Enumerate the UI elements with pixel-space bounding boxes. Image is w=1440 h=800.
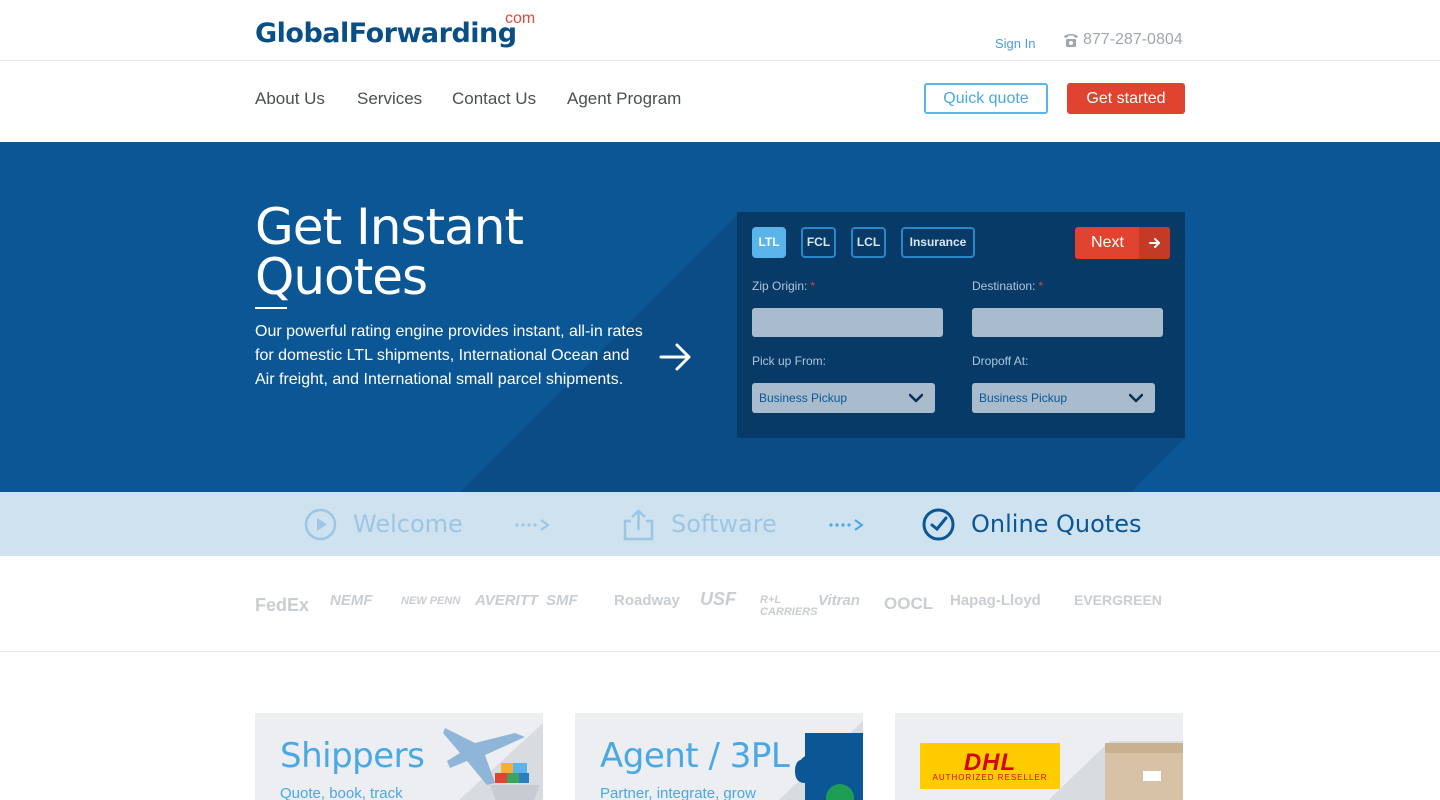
tab-fcl[interactable]: FCL — [801, 227, 836, 258]
dropoff-select-value: Business Pickup — [979, 391, 1068, 405]
carrier-logo: AVERITT — [475, 592, 539, 609]
step-welcome-label: Welcome — [353, 510, 463, 538]
card-shippers[interactable]: Shippers Quote, book, track — [255, 713, 543, 800]
card-agent-title: Agent / 3PL — [600, 736, 790, 776]
step-software[interactable]: Software — [622, 492, 777, 556]
carrier-logo: Hapag-Lloyd — [950, 592, 1041, 609]
dropoff-label: Dropoff At: — [972, 354, 1029, 368]
logo-suffix: com — [505, 10, 536, 27]
step-online-quotes[interactable]: Online Quotes — [922, 492, 1142, 556]
hero-title: Get Instant Quotes — [255, 202, 635, 302]
carrier-logos: FedEx NEMF NEW PENN AVERITT SMF Roadway … — [0, 556, 1440, 652]
dhl-badge-subtitle: AUTHORIZED RESELLER — [932, 773, 1048, 782]
pickup-label: Pick up From: — [752, 354, 827, 368]
get-started-button[interactable]: Get started — [1067, 83, 1185, 114]
step-welcome[interactable]: Welcome — [304, 492, 463, 556]
chevron-down-icon — [909, 393, 923, 403]
carrier-logo: EVERGREEN — [1074, 592, 1162, 608]
card-dhl[interactable]: DHL AUTHORIZED RESELLER — [895, 713, 1183, 800]
steps-bar: Welcome Software Online Quotes — [0, 492, 1440, 556]
hero-section: Get Instant Quotes Our powerful rating e… — [0, 142, 1440, 492]
arrow-right-icon — [659, 343, 691, 371]
next-button[interactable]: Next — [1075, 227, 1170, 259]
chevron-down-icon — [1129, 393, 1143, 403]
carrier-logo: USF — [700, 589, 736, 609]
pickup-select[interactable]: Business Pickup — [752, 383, 935, 413]
required-mark: * — [810, 279, 816, 293]
hero-background-shape — [460, 212, 1185, 492]
logo-text: GlobalForwarding — [255, 18, 517, 49]
zip-origin-label-text: Zip Origin: — [752, 279, 808, 293]
quick-quote-button[interactable]: Quick quote — [924, 83, 1048, 114]
step-software-label: Software — [671, 510, 777, 538]
carrier-logo: R+L CARRIERS — [760, 594, 818, 618]
logo[interactable]: GlobalForwarding com — [255, 10, 550, 56]
tab-ltl[interactable]: LTL — [752, 227, 786, 258]
phone-text: 877-287-0804 — [1083, 31, 1183, 48]
card-shippers-subtitle: Quote, book, track — [280, 785, 403, 800]
tab-lcl[interactable]: LCL — [851, 227, 886, 258]
hero-title-line2: Quotes — [255, 248, 428, 306]
tab-insurance[interactable]: Insurance — [901, 227, 975, 258]
zip-origin-input[interactable] — [752, 308, 943, 337]
page: GlobalForwarding com Sign In 877-287-080… — [0, 0, 1440, 800]
carrier-logo: Roadway — [614, 592, 680, 609]
dropoff-select[interactable]: Business Pickup — [972, 383, 1155, 413]
phone-icon — [1064, 34, 1078, 47]
hero-title-underline — [255, 307, 287, 309]
card-shippers-title: Shippers — [280, 736, 425, 776]
play-icon — [304, 508, 337, 540]
destination-label: Destination: * — [972, 279, 1043, 293]
main-nav: About Us Services Contact Us Agent Progr… — [0, 62, 1440, 142]
nav-about-us[interactable]: About Us — [255, 89, 325, 109]
carrier-logo: FedEx — [255, 595, 310, 615]
dotted-arrow-icon — [829, 519, 864, 531]
nav-contact-us[interactable]: Contact Us — [452, 89, 536, 109]
carrier-logo: Vitran — [818, 592, 860, 609]
quote-form-panel: LTL FCL LCL Insurance Next Zip Origin: * … — [737, 212, 1185, 438]
carrier-logo: OOCL — [884, 594, 934, 613]
plane-ship-illustration — [443, 723, 543, 800]
nav-agent-program[interactable]: Agent Program — [567, 89, 681, 109]
share-icon — [623, 508, 654, 540]
step-online-quotes-label: Online Quotes — [971, 510, 1142, 538]
phone-number[interactable]: 877-287-0804 — [1062, 31, 1183, 49]
destination-input[interactable] — [972, 308, 1163, 337]
top-bar: GlobalForwarding com Sign In 877-287-080… — [0, 0, 1440, 61]
card-agent-3pl[interactable]: Agent / 3PL Partner, integrate, grow — [575, 713, 863, 800]
card-agent-subtitle: Partner, integrate, grow — [600, 785, 756, 800]
clock-icon — [922, 508, 955, 540]
nav-services[interactable]: Services — [357, 89, 422, 109]
hero-description: Our powerful rating engine provides inst… — [255, 323, 643, 388]
arrow-right-icon — [1139, 227, 1170, 259]
pickup-select-value: Business Pickup — [759, 391, 848, 405]
dotted-arrow-icon — [515, 519, 550, 531]
destination-label-text: Destination: — [972, 279, 1036, 293]
carrier-logo: SMF — [546, 592, 578, 609]
zip-origin-label: Zip Origin: * — [752, 279, 815, 293]
dhl-authorized-reseller-badge: DHL AUTHORIZED RESELLER — [920, 743, 1060, 789]
sign-in-link[interactable]: Sign In — [995, 36, 1035, 51]
carrier-logo: NEW PENN — [401, 595, 461, 607]
next-button-label: Next — [1091, 234, 1124, 251]
required-mark: * — [1038, 279, 1044, 293]
carrier-logo: NEMF — [330, 592, 373, 609]
